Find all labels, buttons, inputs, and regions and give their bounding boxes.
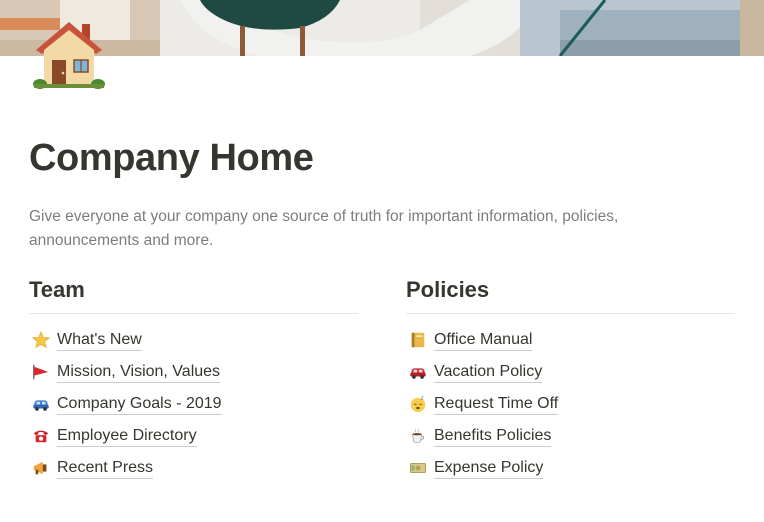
employee-directory-link[interactable]: Employee Directory [57, 426, 197, 447]
company-goals-link[interactable]: Company Goals - 2019 [57, 394, 222, 415]
car-icon [31, 394, 51, 414]
mission-vision-values-link[interactable]: Mission, Vision, Values [57, 362, 221, 383]
house-icon[interactable] [30, 12, 108, 92]
recent-press-link[interactable]: Recent Press [57, 458, 154, 479]
page-description[interactable]: Give everyone at your company one source… [29, 205, 709, 253]
cover-image[interactable] [0, 0, 764, 56]
team-links: What's New Mission, Vision, Values Compa… [29, 324, 358, 484]
telephone-icon [31, 426, 51, 446]
red-car-icon [408, 362, 428, 382]
team-heading[interactable]: Team [29, 275, 358, 314]
list-item: Benefits Policies [406, 420, 735, 452]
money-icon [408, 458, 428, 478]
list-item: Office Manual [406, 324, 735, 356]
star-icon [31, 330, 51, 350]
list-item: Vacation Policy [406, 356, 735, 388]
whats-new-link[interactable]: What's New [57, 330, 142, 351]
page-title[interactable]: Company Home [29, 134, 314, 182]
sleeping-face-icon: z [408, 394, 428, 414]
page: Company Home Give everyone at your compa… [0, 0, 764, 522]
policies-section: Policies Office Manual Vacation Policy z… [406, 275, 735, 484]
request-time-off-link[interactable]: Request Time Off [434, 394, 559, 415]
policies-heading[interactable]: Policies [406, 275, 735, 314]
benefits-policies-link[interactable]: Benefits Policies [434, 426, 552, 447]
list-item: Expense Policy [406, 452, 735, 484]
list-item: Company Goals - 2019 [29, 388, 358, 420]
office-manual-link[interactable]: Office Manual [434, 330, 533, 351]
notebook-icon [408, 330, 428, 350]
list-item: Recent Press [29, 452, 358, 484]
expense-policy-link[interactable]: Expense Policy [434, 458, 544, 479]
svg-text:z: z [421, 396, 424, 402]
coffee-icon [408, 426, 428, 446]
policies-links: Office Manual Vacation Policy z Request … [406, 324, 735, 484]
team-section: Team What's New Mission, Vision, Values … [29, 275, 358, 484]
vacation-policy-link[interactable]: Vacation Policy [434, 362, 543, 383]
list-item: z Request Time Off [406, 388, 735, 420]
list-item: What's New [29, 324, 358, 356]
flag-icon [31, 362, 51, 382]
list-item: Mission, Vision, Values [29, 356, 358, 388]
megaphone-icon [31, 458, 51, 478]
list-item: Employee Directory [29, 420, 358, 452]
